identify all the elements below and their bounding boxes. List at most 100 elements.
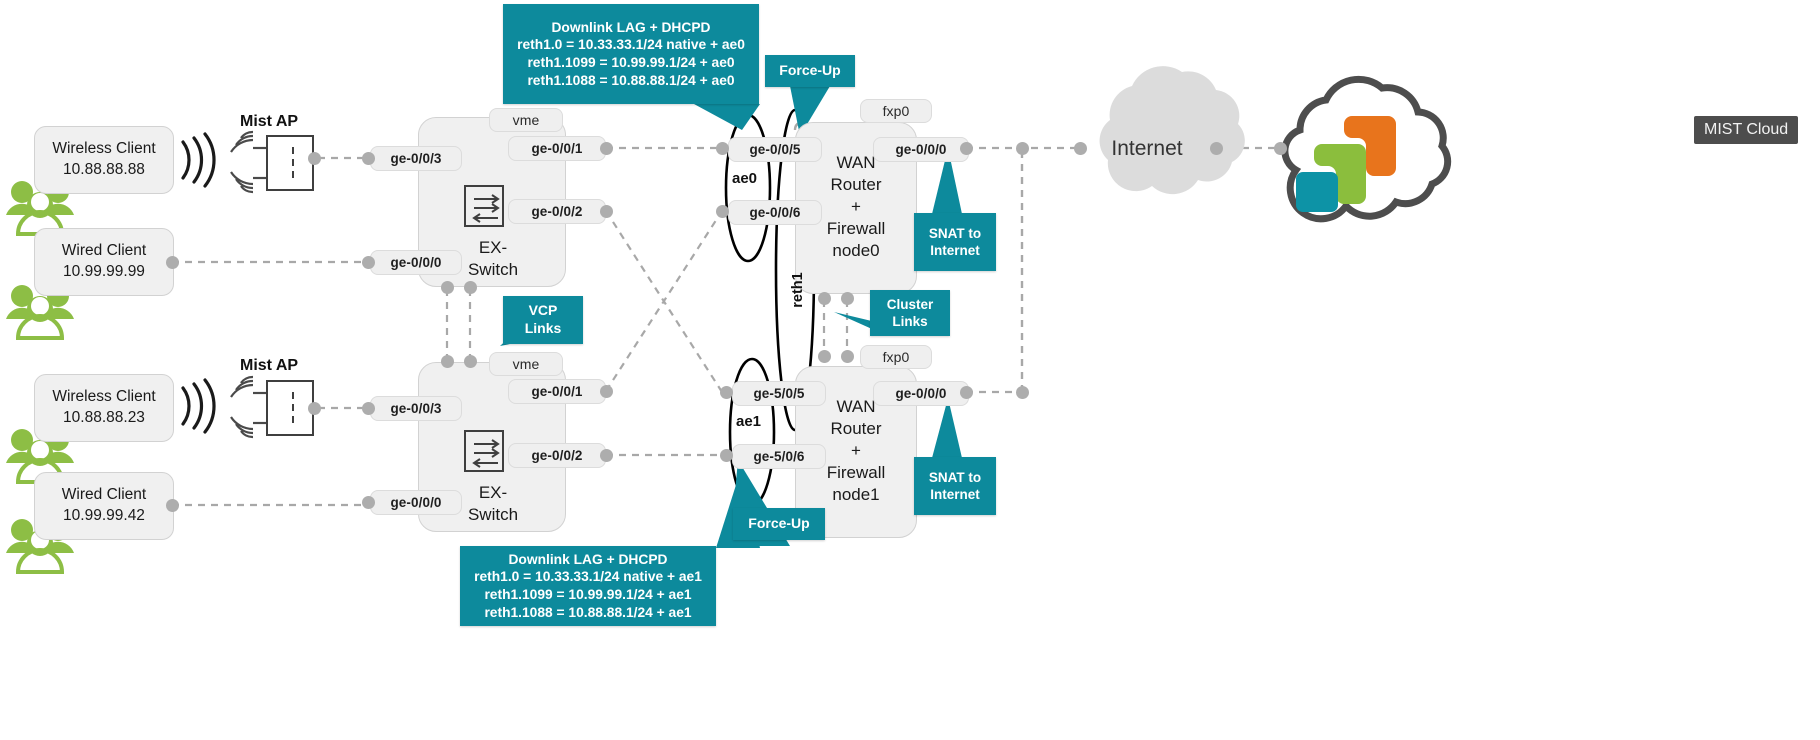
switch-icon-bottom	[464, 430, 504, 472]
port-dot-client-wired-1	[166, 256, 179, 269]
port-ge-0-0-5-node0[interactable]: ge-0/0/5	[728, 137, 822, 162]
client-3-ip: 10.88.88.23	[63, 409, 145, 426]
callout-downlink-lag-top: Downlink LAG + DHCPD reth1.0 = 10.33.33.…	[503, 4, 759, 104]
port-dot-node0-lag2	[716, 205, 729, 218]
mist-ap-body-1[interactable]	[266, 135, 314, 191]
wifi-signal-bottom	[181, 378, 216, 434]
client-box-wireless-2[interactable]: Wireless Client 10.88.88.23	[34, 374, 174, 442]
cluster-dot-node0-a	[818, 292, 831, 305]
wifi-signal-top	[181, 132, 216, 188]
callout-downlink-bottom-line1: reth1.0 = 10.33.33.1/24 native + ae1	[474, 569, 702, 585]
port-vme-top-switch[interactable]: vme	[489, 108, 563, 132]
client-4-name: Wired Client	[61, 486, 147, 504]
mist-cloud-badge: MIST Cloud	[1694, 116, 1799, 144]
callout-tail-snat-bottom	[932, 398, 962, 458]
node0-title-line2: Router	[830, 175, 882, 195]
port-dot-top-switch-uplink2	[600, 205, 613, 218]
callout-vcp-line1: VCP	[528, 302, 558, 319]
client-box-wired-2[interactable]: Wired Client 10.99.99.42	[34, 472, 174, 540]
port-ge-0-0-0-node0-wan[interactable]: ge-0/0/0	[873, 137, 969, 162]
callout-cluster-line1: Cluster	[886, 296, 934, 312]
reth1-label-top: reth1	[790, 272, 806, 308]
callout-snat-top-line1: SNAT to	[928, 225, 982, 241]
port-fxp0-node1[interactable]: fxp0	[860, 345, 932, 369]
port-dot-top-switch-access2	[362, 256, 375, 269]
client-1-name: Wireless Client	[52, 140, 156, 158]
port-dot-node1-wan	[960, 386, 973, 399]
callout-force-up-bottom-label: Force-Up	[748, 515, 810, 532]
cluster-dot-node1-a	[818, 350, 831, 363]
callout-force-up-top: Force-Up	[765, 55, 855, 87]
client-box-wired-1[interactable]: Wired Client 10.99.99.99	[34, 228, 174, 296]
callout-snat-bottom: SNAT to Internet	[914, 457, 996, 515]
port-ge-0-0-1-bottom-switch[interactable]: ge-0/0/1	[508, 379, 606, 404]
client-4-ip: 10.99.99.42	[63, 507, 145, 524]
callout-downlink-bottom-line2: reth1.1099 = 10.99.99.1/24 + ae1	[484, 587, 692, 602]
port-ge-5-0-5-node1[interactable]: ge-5/0/5	[732, 381, 826, 406]
callout-downlink-bottom-heading: Downlink LAG + DHCPD	[508, 551, 668, 567]
callout-downlink-top-line2: reth1.1099 = 10.99.99.1/24 + ae0	[527, 55, 735, 70]
port-dot-node1-lag2	[720, 449, 733, 462]
node1-title-line5: node1	[832, 485, 880, 505]
callout-downlink-top-line3: reth1.1088 = 10.88.88.1/24 + ae0	[527, 72, 735, 88]
mist-logo	[1296, 110, 1450, 212]
port-dot-node0-wan	[960, 142, 973, 155]
port-ge-0-0-1-top-switch[interactable]: ge-0/0/1	[508, 136, 606, 161]
vcp-dot-bottom-a	[441, 355, 454, 368]
port-ge-0-0-6-node0[interactable]: ge-0/0/6	[728, 200, 822, 225]
port-dot-node1-lag1	[720, 386, 733, 399]
ap-antenna-top	[230, 130, 268, 194]
port-ge-5-0-6-node1[interactable]: ge-5/0/6	[732, 444, 826, 469]
mist-ap-title-2: Mist AP	[240, 357, 299, 374]
callout-force-up-bottom: Force-Up	[733, 508, 825, 540]
link-dot-node1-internet	[1016, 386, 1029, 399]
port-dot-bottom-switch-access2	[362, 496, 375, 509]
ae0-label: ae0	[732, 170, 758, 187]
client-3-name: Wireless Client	[52, 388, 156, 406]
mist-ap-body-2[interactable]	[266, 380, 314, 436]
port-ge-0-0-3-top-switch[interactable]: ge-0/0/3	[370, 146, 462, 171]
callout-snat-bottom-line2: Internet	[930, 487, 980, 502]
cluster-dot-node1-b	[841, 350, 854, 363]
ap-antenna-bottom	[230, 375, 268, 439]
callout-tail-downlink-top	[694, 104, 760, 130]
port-ge-0-0-0-node1-wan[interactable]: ge-0/0/0	[873, 381, 969, 406]
switch-icon-top	[464, 185, 504, 227]
callout-vcp-line2: Links	[524, 320, 562, 336]
ae1-label: ae1	[736, 413, 762, 430]
link-dot-node0-internet	[1016, 142, 1029, 155]
port-dot-bottom-switch-access1	[362, 402, 375, 415]
client-1-ip: 10.88.88.88	[63, 161, 145, 178]
mist-ap-title-1: Mist AP	[240, 113, 299, 130]
internet-cloud: Internet	[1078, 118, 1216, 180]
client-2-ip: 10.99.99.99	[63, 263, 145, 280]
vcp-dot-bottom-b	[464, 355, 477, 368]
callout-downlink-top-line1: reth1.0 = 10.33.33.1/24 native + ae0	[517, 37, 745, 53]
port-ge-0-0-0-top-switch[interactable]: ge-0/0/0	[370, 250, 462, 275]
port-ge-0-0-2-bottom-switch[interactable]: ge-0/0/2	[508, 443, 606, 468]
vcp-dot-top-a	[441, 281, 454, 294]
port-vme-bottom-switch[interactable]: vme	[489, 352, 563, 376]
port-ge-0-0-3-bottom-switch[interactable]: ge-0/0/3	[370, 396, 462, 421]
port-fxp0-node0[interactable]: fxp0	[860, 99, 932, 123]
callout-snat-bottom-line1: SNAT to	[928, 469, 982, 485]
cluster-dot-node0-b	[841, 292, 854, 305]
callout-snat-top-line2: Internet	[930, 243, 980, 258]
port-dot-top-switch-access1	[362, 152, 375, 165]
node0-title-line5: node0	[832, 241, 880, 261]
port-dot-ap-2	[308, 402, 321, 415]
internet-label: Internet	[1111, 137, 1183, 160]
port-dot-bottom-switch-uplink2	[600, 449, 613, 462]
vcp-dot-top-b	[464, 281, 477, 294]
callout-cluster-links: Cluster Links	[870, 290, 950, 336]
port-ge-0-0-0-bottom-switch[interactable]: ge-0/0/0	[370, 490, 462, 515]
callout-vcp-links: VCP Links	[503, 296, 583, 344]
callout-force-up-top-label: Force-Up	[779, 62, 841, 79]
client-box-wireless-1[interactable]: Wireless Client 10.88.88.88	[34, 126, 174, 194]
callout-downlink-bottom-line3: reth1.1088 = 10.88.88.1/24 + ae1	[484, 604, 692, 620]
port-ge-0-0-2-top-switch[interactable]: ge-0/0/2	[508, 199, 606, 224]
port-dot-node0-lag1	[716, 142, 729, 155]
callout-snat-top: SNAT to Internet	[914, 213, 996, 271]
port-dot-top-switch-uplink1	[600, 142, 613, 155]
client-2-name: Wired Client	[61, 242, 147, 260]
